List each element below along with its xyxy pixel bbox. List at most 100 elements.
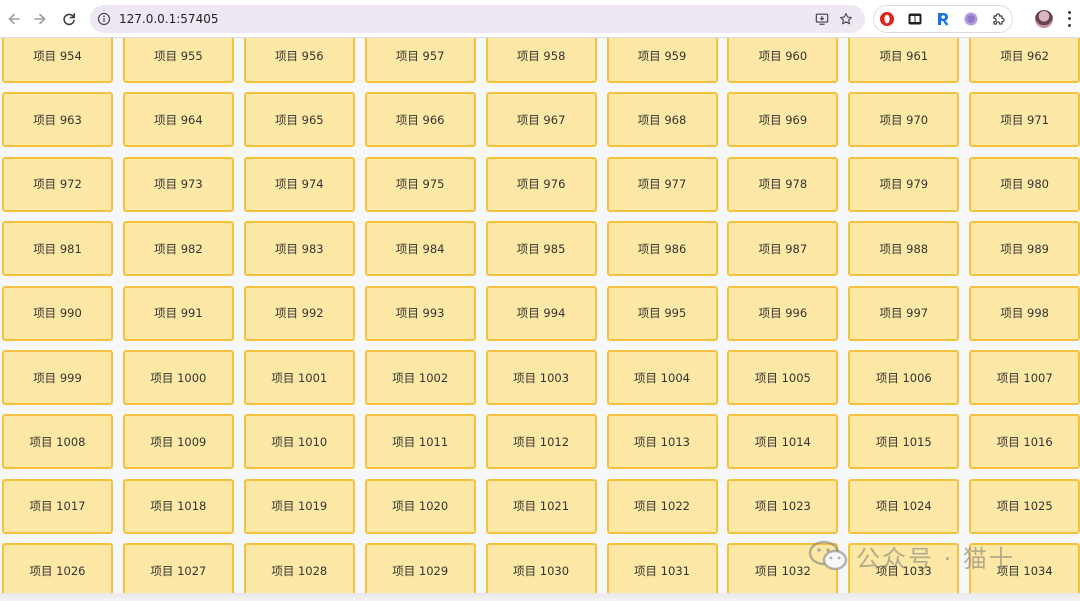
item-card[interactable]: 项目 998 — [969, 285, 1080, 341]
item-card[interactable]: 项目 958 — [485, 38, 597, 83]
item-card[interactable]: 项目 1005 — [727, 350, 839, 405]
item-card[interactable]: 项目 989 — [969, 221, 1080, 277]
item-card[interactable]: 项目 954 — [2, 38, 113, 83]
back-button[interactable] — [2, 7, 26, 31]
purple-circle-extension-icon[interactable] — [963, 11, 979, 27]
item-card[interactable]: 项目 964 — [122, 92, 234, 148]
item-card[interactable]: 项目 1010 — [243, 414, 355, 470]
item-card[interactable]: 项目 996 — [727, 285, 839, 341]
item-card[interactable]: 项目 1031 — [606, 543, 718, 599]
bookmark-star-icon[interactable] — [838, 11, 854, 27]
item-card[interactable]: 项目 1009 — [122, 414, 234, 470]
item-card[interactable]: 项目 972 — [2, 156, 113, 212]
item-card[interactable]: 项目 1011 — [364, 414, 476, 470]
url-text[interactable]: 127.0.0.1:57405 — [119, 11, 218, 27]
item-card[interactable]: 项目 960 — [727, 38, 839, 83]
item-card[interactable]: 项目 961 — [848, 38, 960, 83]
item-card[interactable]: 项目 1022 — [606, 478, 718, 534]
item-card[interactable]: 项目 969 — [727, 92, 839, 148]
item-card[interactable]: 项目 1033 — [848, 543, 960, 599]
browser-menu-icon[interactable] — [1062, 9, 1076, 29]
item-card[interactable]: 项目 1006 — [848, 350, 960, 405]
item-card[interactable]: 项目 973 — [122, 156, 234, 212]
item-card[interactable]: 项目 1017 — [2, 478, 113, 534]
item-card[interactable]: 项目 1003 — [485, 350, 597, 405]
item-card[interactable]: 项目 1013 — [606, 414, 718, 470]
item-card[interactable]: 项目 983 — [243, 221, 355, 277]
item-card[interactable]: 项目 997 — [848, 285, 960, 341]
item-card[interactable]: 项目 1034 — [969, 543, 1080, 599]
item-card[interactable]: 项目 986 — [606, 221, 718, 277]
item-card[interactable]: 项目 991 — [122, 285, 234, 341]
item-card[interactable]: 项目 967 — [485, 92, 597, 148]
item-card[interactable]: 项目 1032 — [727, 543, 839, 599]
item-card[interactable]: 项目 980 — [969, 156, 1080, 212]
item-card[interactable]: 项目 974 — [243, 156, 355, 212]
item-card[interactable]: 项目 1019 — [243, 478, 355, 534]
item-card[interactable]: 项目 1025 — [969, 478, 1080, 534]
item-card[interactable]: 项目 1029 — [364, 543, 476, 599]
item-card[interactable]: 项目 981 — [2, 221, 113, 277]
item-card[interactable]: 项目 990 — [2, 285, 113, 341]
item-card[interactable]: 项目 978 — [727, 156, 839, 212]
item-card[interactable]: 项目 1001 — [243, 350, 355, 405]
item-card[interactable]: 项目 982 — [122, 221, 234, 277]
address-bar[interactable]: 127.0.0.1:57405 — [90, 5, 865, 33]
blue-extension-icon[interactable] — [935, 11, 951, 27]
item-card[interactable]: 项目 971 — [969, 92, 1080, 148]
item-card[interactable]: 项目 988 — [848, 221, 960, 277]
item-card[interactable]: 项目 1016 — [969, 414, 1080, 470]
tab-extension-icon[interactable] — [907, 11, 923, 27]
bottom-shade — [0, 593, 1080, 601]
item-card[interactable]: 项目 966 — [364, 92, 476, 148]
site-info-icon[interactable] — [96, 11, 112, 27]
item-card[interactable]: 项目 1023 — [727, 478, 839, 534]
item-card[interactable]: 项目 1002 — [364, 350, 476, 405]
item-card[interactable]: 项目 995 — [606, 285, 718, 341]
item-card[interactable]: 项目 956 — [243, 38, 355, 83]
item-card[interactable]: 项目 968 — [606, 92, 718, 148]
forward-arrow-icon — [34, 13, 46, 25]
item-card[interactable]: 项目 975 — [364, 156, 476, 212]
install-app-icon[interactable] — [814, 11, 830, 27]
opera-extension-icon[interactable] — [879, 11, 895, 27]
item-card[interactable]: 项目 1026 — [2, 543, 113, 599]
profile-avatar[interactable] — [1035, 10, 1053, 28]
item-card[interactable]: 项目 1012 — [485, 414, 597, 470]
puzzle-extensions-icon[interactable] — [991, 11, 1007, 27]
item-card[interactable]: 项目 977 — [606, 156, 718, 212]
item-card[interactable]: 项目 962 — [969, 38, 1080, 83]
item-card[interactable]: 项目 979 — [848, 156, 960, 212]
item-card[interactable]: 项目 994 — [485, 285, 597, 341]
item-card[interactable]: 项目 1020 — [364, 478, 476, 534]
reload-button[interactable] — [57, 7, 81, 31]
item-card[interactable]: 项目 993 — [364, 285, 476, 341]
item-card[interactable]: 项目 1004 — [606, 350, 718, 405]
item-card[interactable]: 项目 963 — [2, 92, 113, 148]
item-card[interactable]: 项目 957 — [364, 38, 476, 83]
item-card[interactable]: 项目 965 — [243, 92, 355, 148]
item-card[interactable]: 项目 1018 — [122, 478, 234, 534]
item-card[interactable]: 项目 1028 — [243, 543, 355, 599]
item-card[interactable]: 项目 999 — [2, 350, 113, 405]
item-card[interactable]: 项目 987 — [727, 221, 839, 277]
item-card[interactable]: 项目 1007 — [969, 350, 1080, 405]
item-card[interactable]: 项目 1024 — [848, 478, 960, 534]
item-card[interactable]: 项目 955 — [122, 38, 234, 83]
item-card[interactable]: 项目 1027 — [122, 543, 234, 599]
item-card[interactable]: 项目 970 — [848, 92, 960, 148]
item-card[interactable]: 项目 959 — [606, 38, 718, 83]
forward-button[interactable] — [28, 7, 52, 31]
browser-toolbar: 127.0.0.1:57405 — [0, 0, 1080, 38]
item-card[interactable]: 项目 1000 — [122, 350, 234, 405]
item-card[interactable]: 项目 985 — [485, 221, 597, 277]
item-card[interactable]: 项目 1015 — [848, 414, 960, 470]
item-card[interactable]: 项目 1008 — [2, 414, 113, 470]
item-card[interactable]: 项目 1014 — [727, 414, 839, 470]
reload-icon — [63, 13, 75, 26]
item-card[interactable]: 项目 984 — [364, 221, 476, 277]
item-card[interactable]: 项目 976 — [485, 156, 597, 212]
item-card[interactable]: 项目 1030 — [485, 543, 597, 599]
item-card[interactable]: 项目 1021 — [485, 478, 597, 534]
item-card[interactable]: 项目 992 — [243, 285, 355, 341]
